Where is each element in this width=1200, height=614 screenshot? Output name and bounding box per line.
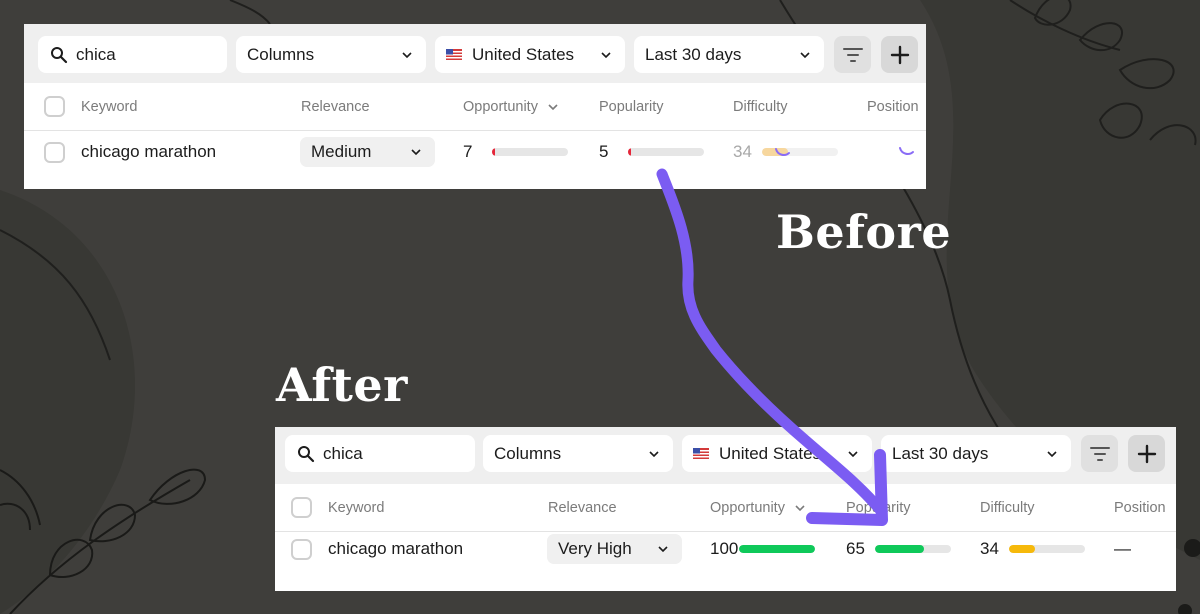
search-icon — [298, 445, 315, 462]
date-range-dropdown[interactable]: Last 30 days — [881, 435, 1071, 472]
sort-chevron-icon — [548, 103, 558, 110]
table-row: chicago marathon Medium 7 5 34 — [24, 131, 926, 173]
row-checkbox[interactable] — [291, 538, 312, 560]
date-range-dropdown[interactable]: Last 30 days — [634, 36, 824, 73]
us-flag-icon — [693, 448, 709, 459]
row-checkbox[interactable] — [44, 141, 65, 163]
add-button[interactable] — [1128, 435, 1165, 472]
before-screenshot: chica Columns United States Last 30 days… — [24, 24, 926, 189]
header-keyword[interactable]: Keyword — [328, 484, 384, 531]
chevron-down-icon — [658, 546, 668, 553]
header-keyword[interactable]: Keyword — [81, 83, 137, 130]
table-header: Keyword Relevance Opportunity Popularity… — [275, 484, 1176, 532]
popularity-cell: 65 — [846, 528, 951, 570]
chevron-down-icon — [411, 149, 421, 156]
header-difficulty[interactable]: Difficulty — [733, 83, 788, 130]
difficulty-value: 34 — [980, 539, 999, 558]
popularity-cell: 5 — [599, 131, 704, 173]
before-label: Before — [776, 205, 952, 259]
difficulty-value: 34 — [733, 142, 752, 161]
difficulty-bar — [1009, 545, 1085, 553]
chevron-down-icon — [402, 51, 412, 58]
position-value: — — [1114, 539, 1131, 558]
bar-fill — [739, 545, 815, 553]
position-cell — [867, 131, 917, 173]
popularity-value: 5 — [599, 142, 609, 161]
opportunity-cell: 7 — [463, 131, 568, 173]
us-flag-icon — [446, 49, 462, 60]
filter-toolbar: chica Columns United States Last 30 days — [275, 427, 1176, 484]
search-input[interactable]: chica — [285, 435, 475, 472]
relevance-dropdown[interactable]: Medium — [300, 137, 435, 167]
relevance-dropdown[interactable]: Very High — [547, 534, 682, 564]
filter-button[interactable] — [1081, 435, 1118, 472]
plus-icon — [890, 45, 909, 64]
header-opportunity-label: Opportunity — [463, 98, 538, 115]
columns-dropdown[interactable]: Columns — [236, 36, 426, 73]
plus-icon — [1137, 444, 1156, 463]
country-dropdown-label: United States — [719, 443, 822, 463]
opportunity-cell: 100 — [710, 528, 815, 570]
keyword-cell[interactable]: chicago marathon — [81, 131, 216, 173]
relevance-value: Very High — [558, 539, 632, 558]
columns-dropdown-label: Columns — [494, 443, 562, 463]
filter-button[interactable] — [834, 36, 871, 73]
difficulty-cell: 34 — [733, 131, 838, 173]
after-label: After — [276, 358, 408, 412]
date-range-label: Last 30 days — [892, 443, 989, 463]
country-dropdown[interactable]: United States — [435, 36, 625, 73]
bar-fill — [492, 148, 496, 156]
filter-icon — [842, 47, 863, 62]
filter-icon — [1089, 446, 1110, 461]
date-range-label: Last 30 days — [645, 44, 742, 64]
opportunity-value: 100 — [710, 539, 739, 558]
bar-fill — [875, 545, 925, 553]
popularity-bar — [628, 148, 704, 156]
chevron-down-icon — [800, 51, 810, 58]
loading-spinner-icon — [775, 148, 790, 156]
keyword-cell[interactable]: chicago marathon — [328, 528, 463, 570]
select-all-checkbox[interactable] — [44, 96, 65, 117]
chevron-down-icon — [1047, 450, 1057, 457]
chevron-down-icon — [649, 450, 659, 457]
opportunity-value: 7 — [463, 142, 473, 161]
search-input[interactable]: chica — [38, 36, 227, 73]
filter-toolbar: chica Columns United States Last 30 days — [24, 24, 926, 83]
add-button[interactable] — [881, 36, 918, 73]
loading-spinner-icon — [899, 147, 914, 155]
opportunity-bar — [492, 148, 568, 156]
sort-chevron-icon — [795, 504, 805, 511]
select-all-checkbox[interactable] — [291, 497, 312, 518]
header-relevance[interactable]: Relevance — [301, 83, 370, 130]
header-relevance[interactable]: Relevance — [548, 484, 617, 531]
header-popularity[interactable]: Popularity — [599, 83, 663, 130]
header-opportunity[interactable]: Opportunity — [463, 83, 560, 130]
popularity-bar — [875, 545, 951, 553]
header-opportunity-label: Opportunity — [710, 499, 785, 516]
table-row: chicago marathon Very High 100 65 34 — — [275, 528, 1176, 570]
position-cell: — — [1114, 528, 1131, 570]
difficulty-cell: 34 — [980, 528, 1085, 570]
table-header: Keyword Relevance Opportunity Popularity… — [24, 83, 926, 131]
columns-dropdown-label: Columns — [247, 44, 315, 64]
chevron-down-icon — [848, 450, 858, 457]
bar-fill — [1009, 545, 1035, 553]
search-icon — [51, 46, 68, 63]
country-dropdown[interactable]: United States — [682, 435, 872, 472]
popularity-value: 65 — [846, 539, 865, 558]
opportunity-bar — [739, 545, 815, 553]
search-value: chica — [323, 443, 363, 463]
search-value: chica — [76, 44, 116, 64]
relevance-value: Medium — [311, 142, 372, 161]
header-difficulty[interactable]: Difficulty — [980, 484, 1035, 531]
country-dropdown-label: United States — [472, 44, 575, 64]
header-opportunity[interactable]: Opportunity — [710, 484, 807, 531]
columns-dropdown[interactable]: Columns — [483, 435, 673, 472]
header-popularity[interactable]: Popularity — [846, 484, 910, 531]
header-position[interactable]: Position — [867, 83, 919, 130]
bar-fill — [628, 148, 632, 156]
after-screenshot: chica Columns United States Last 30 days… — [275, 427, 1176, 591]
chevron-down-icon — [601, 51, 611, 58]
header-position[interactable]: Position — [1114, 484, 1166, 531]
